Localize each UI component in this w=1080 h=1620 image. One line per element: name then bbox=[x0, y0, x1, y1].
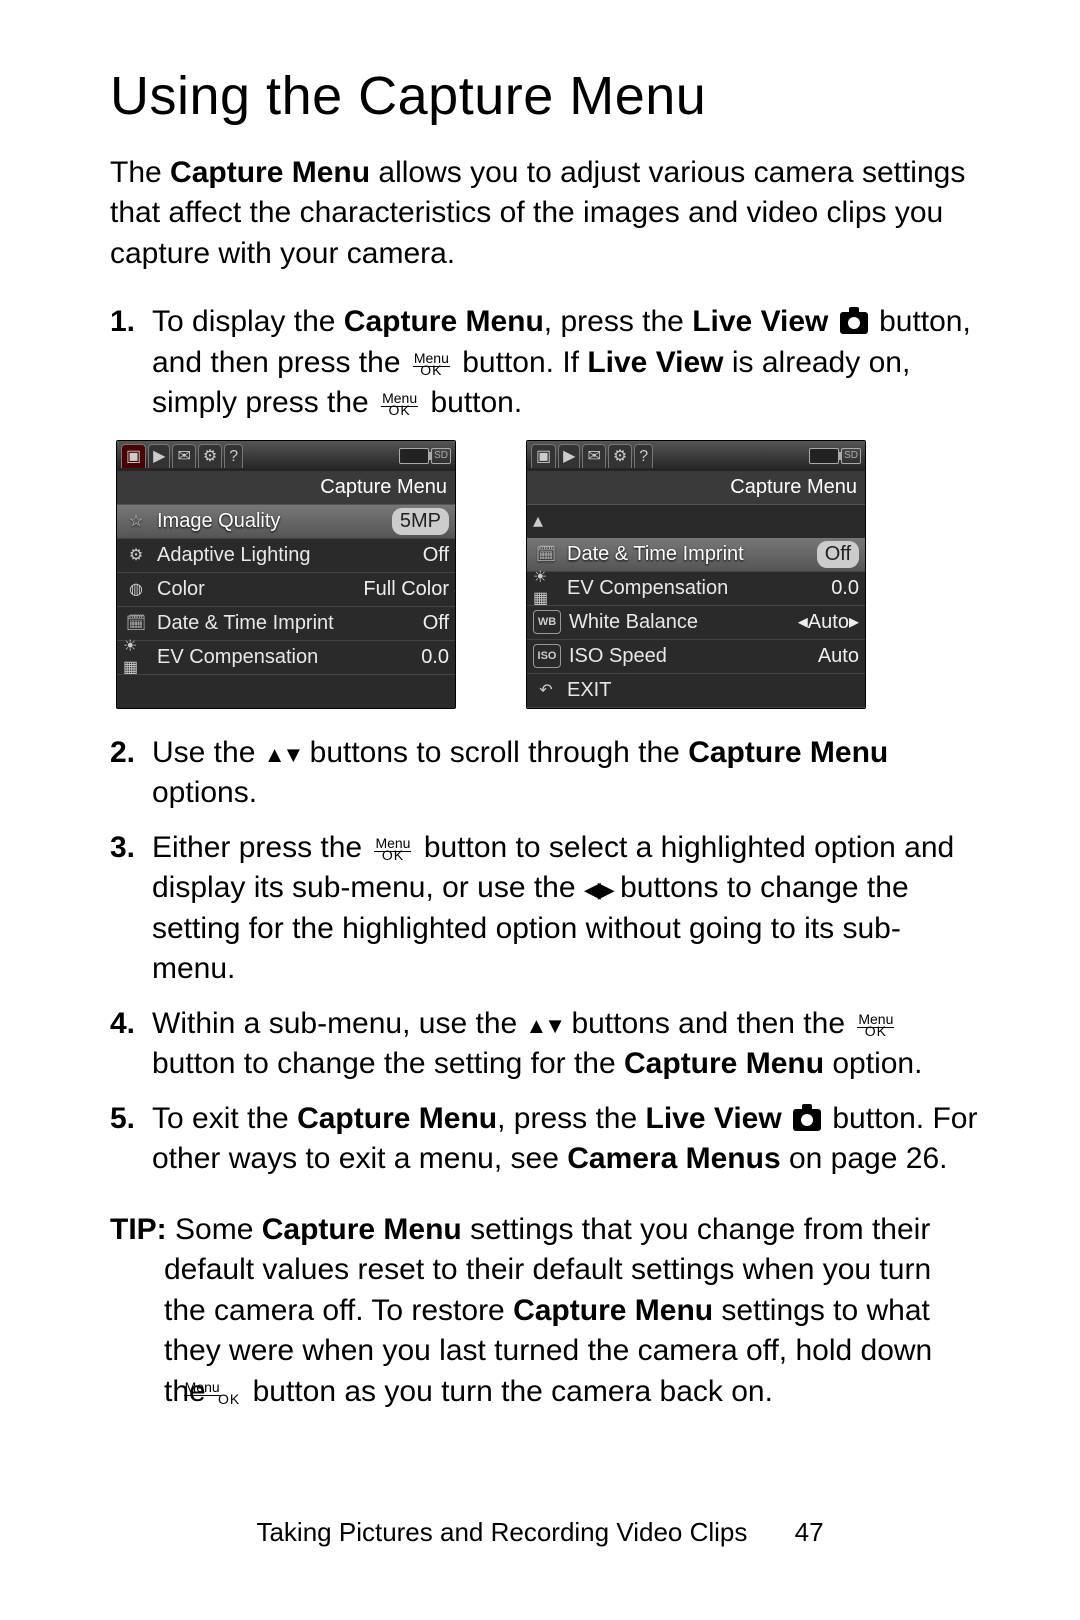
battery-icon bbox=[399, 448, 429, 464]
menu-row-icon: ↶ bbox=[533, 679, 559, 701]
menu-row-label: Image Quality bbox=[157, 508, 384, 535]
menu-row-label: EXIT bbox=[567, 677, 851, 704]
menu-row-label: Date & Time Imprint bbox=[157, 610, 415, 637]
camera-icon bbox=[840, 312, 868, 334]
capture-menu-screenshot-2: ▣ ▶ ✉ ⚙ ? SD Capture Menu ▴ 🗓 Date & Time… bbox=[526, 440, 866, 709]
tab-help-icon: ? bbox=[224, 444, 243, 469]
menu-ok-icon: MenuOK bbox=[218, 1381, 240, 1405]
menu-row: ☀▦ EV Compensation 0.0 bbox=[117, 641, 455, 675]
menu-row-icon: ☀▦ bbox=[123, 646, 149, 668]
menu-row-icon: ◍ bbox=[123, 578, 149, 600]
tab-playback-icon: ▶ bbox=[148, 444, 170, 469]
scroll-up-indicator: ▴ bbox=[527, 505, 865, 538]
menu-row-label: Color bbox=[157, 576, 355, 603]
tab-setup-icon: ⚙ bbox=[198, 444, 222, 469]
menu-row-value: Off bbox=[423, 542, 449, 569]
intro-paragraph: The Capture Menu allows you to adjust va… bbox=[110, 153, 980, 275]
sd-card-icon: SD bbox=[431, 448, 451, 464]
menu-ok-icon: MenuOK bbox=[857, 1013, 894, 1037]
footer-section: Taking Pictures and Recording Video Clip… bbox=[256, 1517, 747, 1547]
tab-bar: ▣ ▶ ✉ ⚙ ? SD bbox=[527, 441, 865, 471]
tab-help-icon: ? bbox=[634, 444, 653, 469]
menu-row-icon: ☀▦ bbox=[533, 577, 559, 599]
step-5: To exit the Capture Menu, press the Live… bbox=[110, 1099, 980, 1180]
menu-row-value: Off bbox=[423, 610, 449, 637]
tab-setup-icon: ⚙ bbox=[608, 444, 632, 469]
menu-title: Capture Menu bbox=[117, 471, 455, 505]
menu-row-icon: ☆ bbox=[123, 510, 149, 532]
menu-title: Capture Menu bbox=[527, 471, 865, 505]
menu-row-value: Auto bbox=[818, 643, 859, 670]
step-3: Either press the MenuOK button to select… bbox=[110, 828, 980, 990]
menu-row-icon: ISO bbox=[533, 644, 561, 668]
menu-row-label: Adaptive Lighting bbox=[157, 542, 415, 569]
tab-capture-icon: ▣ bbox=[531, 444, 556, 469]
menu-ok-icon: MenuOK bbox=[413, 352, 450, 376]
page-heading: Using the Capture Menu bbox=[110, 60, 980, 133]
menu-row: ◍ Color Full Color bbox=[117, 573, 455, 607]
up-down-arrows-icon: ▲▼ bbox=[264, 742, 302, 767]
capture-menu-screenshot-1: ▣ ▶ ✉ ⚙ ? SD Capture Menu ☆ Image Quality… bbox=[116, 440, 456, 709]
step-1: To display the Capture Menu, press the L… bbox=[110, 302, 980, 424]
up-down-arrows-icon: ▲▼ bbox=[526, 1013, 564, 1038]
menu-row-icon: WB bbox=[533, 610, 561, 634]
menu-row-icon: ⚙ bbox=[123, 544, 149, 566]
menu-row-icon: 🗓 bbox=[533, 543, 559, 565]
battery-icon bbox=[809, 448, 839, 464]
tab-capture-icon: ▣ bbox=[121, 444, 146, 469]
menu-row-value: Full Color bbox=[363, 576, 449, 603]
tab-playback-icon: ▶ bbox=[558, 444, 580, 469]
menu-row-label: Date & Time Imprint bbox=[567, 541, 809, 568]
menu-row: WB White Balance ◂Auto▸ bbox=[527, 606, 865, 640]
menu-row: ☀▦ EV Compensation 0.0 bbox=[527, 572, 865, 606]
menu-row-label: White Balance bbox=[569, 609, 790, 636]
menu-row-value: 0.0 bbox=[831, 575, 859, 602]
menu-row-value: ◂Auto▸ bbox=[798, 609, 859, 636]
camera-icon bbox=[793, 1109, 821, 1131]
menu-row: ☆ Image Quality 5MP bbox=[117, 505, 455, 539]
page-footer: Taking Pictures and Recording Video Clip… bbox=[0, 1515, 1080, 1550]
step-4: Within a sub-menu, use the ▲▼ buttons an… bbox=[110, 1004, 980, 1085]
menu-row-label: EV Compensation bbox=[157, 644, 413, 671]
menu-row: 🗓 Date & Time Imprint Off bbox=[117, 607, 455, 641]
menu-row: ISO ISO Speed Auto bbox=[527, 640, 865, 674]
menu-row-value: 5MP bbox=[392, 508, 449, 535]
tab-mail-icon: ✉ bbox=[172, 444, 195, 469]
tab-bar: ▣ ▶ ✉ ⚙ ? SD bbox=[117, 441, 455, 471]
menu-row-value: Off bbox=[817, 541, 859, 568]
tab-mail-icon: ✉ bbox=[582, 444, 605, 469]
menu-row: 🗓 Date & Time Imprint Off bbox=[527, 538, 865, 572]
menu-row: ⚙ Adaptive Lighting Off bbox=[117, 539, 455, 573]
menu-row-value: 0.0 bbox=[421, 644, 449, 671]
menu-ok-icon: MenuOK bbox=[381, 392, 418, 416]
menu-row-label: ISO Speed bbox=[569, 643, 810, 670]
sd-card-icon: SD bbox=[841, 448, 861, 464]
tip-paragraph: TIP: Some Capture Menu settings that you… bbox=[122, 1210, 980, 1413]
menu-row-icon: 🗓 bbox=[123, 612, 149, 634]
page-number: 47 bbox=[795, 1515, 824, 1550]
menu-row-label: EV Compensation bbox=[567, 575, 823, 602]
left-right-arrows-icon: ◀▶ bbox=[584, 877, 612, 902]
menu-row: ↶ EXIT bbox=[527, 674, 865, 708]
step-2: Use the ▲▼ buttons to scroll through the… bbox=[110, 733, 980, 814]
menu-ok-icon: MenuOK bbox=[374, 837, 411, 861]
